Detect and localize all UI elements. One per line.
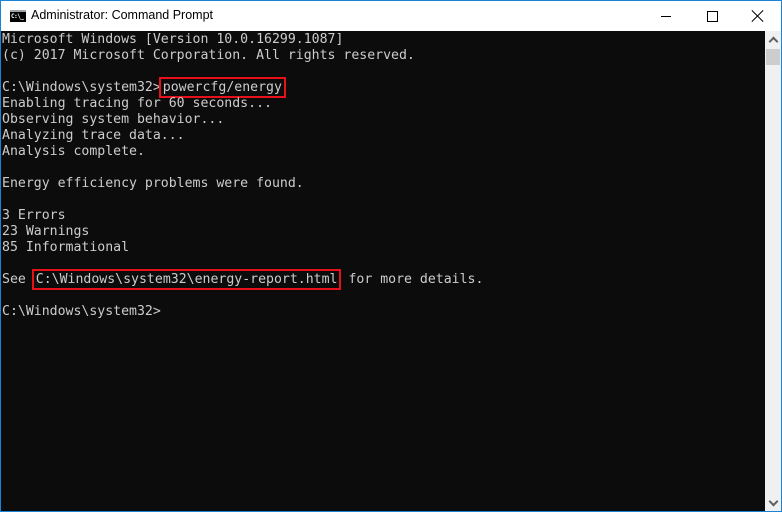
chevron-down-icon [768,496,778,506]
vertical-scrollbar[interactable] [765,31,781,511]
maximize-button[interactable] [689,1,735,31]
console-line: Energy efficiency problems were found. [2,176,304,191]
minimize-icon [661,15,671,17]
maximize-icon [706,10,718,22]
console-prompt-line[interactable]: C:\Windows\system32> [2,304,161,320]
console-line-report: See C:\Windows\system32\energy-report.ht… [2,269,484,290]
console-line: Enabling tracing for 60 seconds... [2,96,272,111]
close-button[interactable] [735,1,781,31]
close-icon [752,10,764,22]
warnings-count-line: 23 Warnings [2,224,90,239]
informational-count-line: 85 Informational [2,240,130,255]
command-prompt-window: C:\_ Administrator: Command Prompt Micro… [0,0,782,512]
console-line: Microsoft Windows [Version 10.0.16299.10… [2,32,344,47]
scrollbar-thumb[interactable] [766,49,780,65]
cmd-icon: C:\_ [10,10,26,22]
prompt: C:\Windows\system32> [2,80,161,95]
highlighted-command: powercfg/energy [158,77,286,98]
window-title: Administrator: Command Prompt [31,8,214,22]
scroll-up-button[interactable] [765,31,781,48]
errors-count-line: 3 Errors [2,208,66,223]
console-line: Observing system behavior... [2,112,225,127]
chevron-up-icon [768,36,778,46]
details-text: for more details. [348,272,484,287]
console-line-command: C:\Windows\system32> powercfg/energy [2,77,286,98]
highlighted-report-path: C:\Windows\system32\energy-report.html [31,269,342,290]
title-bar[interactable]: C:\_ Administrator: Command Prompt [1,1,781,31]
minimize-button[interactable] [643,1,689,31]
prompt: C:\Windows\system32> [2,304,161,319]
see-text: See [2,272,26,287]
scroll-down-button[interactable] [765,494,781,511]
console-line: Analyzing trace data... [2,128,185,143]
console-line: (c) 2017 Microsoft Corporation. All righ… [2,48,415,63]
console-line: Analysis complete. [2,144,145,159]
console-output[interactable]: Microsoft Windows [Version 10.0.16299.10… [1,31,765,511]
